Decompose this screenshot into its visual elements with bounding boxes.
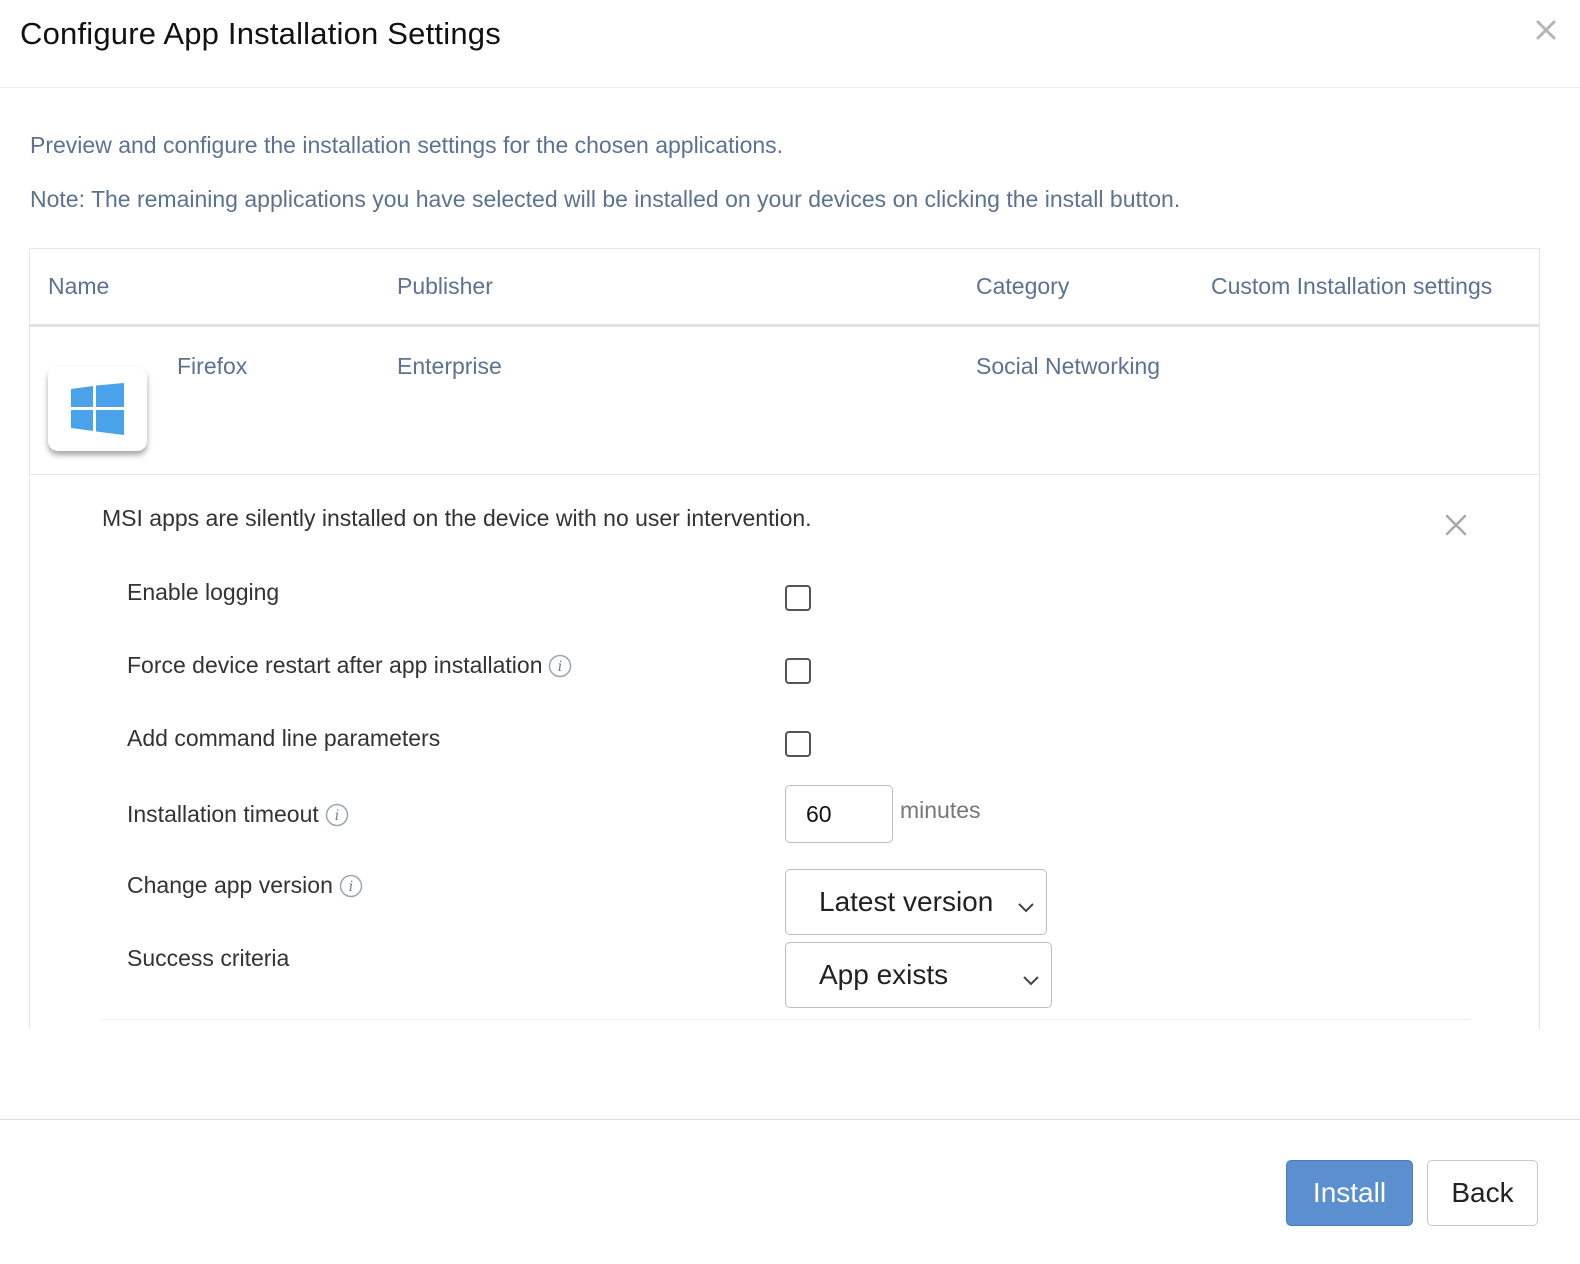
chevron-down-icon — [1016, 892, 1036, 913]
force-restart-label: Force device restart after app installat… — [127, 652, 572, 679]
install-button[interactable]: Install — [1286, 1160, 1413, 1226]
column-header-custom-settings: Custom Installation settings — [1211, 273, 1493, 299]
command-line-checkbox[interactable] — [785, 731, 811, 757]
app-name: Firefox — [177, 353, 248, 379]
success-criteria-text: Success criteria — [127, 945, 290, 971]
svg-text:i: i — [349, 879, 353, 895]
app-version-text: Change app version — [127, 872, 333, 898]
intro-note: Note: The remaining applications you hav… — [30, 186, 1181, 212]
success-criteria-select[interactable]: App exists — [785, 942, 1052, 1008]
svg-text:i: i — [335, 808, 339, 824]
close-icon[interactable] — [1530, 14, 1562, 46]
command-line-label: Add command line parameters — [127, 725, 440, 752]
dialog-footer: Install Back — [0, 1119, 1580, 1264]
app-version-select[interactable]: Latest version — [785, 869, 1047, 935]
installation-settings-panel: MSI apps are silently installed on the d… — [30, 475, 1539, 1030]
intro-text: Preview and configure the installation s… — [30, 132, 784, 158]
back-button[interactable]: Back — [1427, 1160, 1538, 1226]
timeout-unit: minutes — [900, 797, 981, 823]
app-category: Social Networking — [976, 353, 1161, 379]
table-header: Name Publisher Category Custom Installat… — [30, 249, 1539, 327]
close-settings-icon[interactable] — [1444, 513, 1468, 537]
enable-logging-checkbox[interactable] — [785, 585, 811, 611]
timeout-text: Installation timeout — [127, 801, 319, 827]
success-criteria-label: Success criteria — [127, 945, 289, 972]
success-criteria-value: App exists — [819, 959, 949, 990]
info-icon[interactable]: i — [339, 874, 363, 898]
app-publisher: Enterprise — [397, 353, 502, 379]
force-restart-checkbox[interactable] — [785, 658, 811, 684]
chevron-down-icon — [1021, 965, 1041, 986]
column-header-publisher: Publisher — [397, 273, 493, 299]
apps-table: Name Publisher Category Custom Installat… — [29, 248, 1540, 1030]
dialog-title: Configure App Installation Settings — [20, 16, 501, 51]
app-version-label: Change app version i — [127, 872, 363, 899]
dialog-header: Configure App Installation Settings — [0, 0, 1580, 88]
timeout-label: Installation timeout i — [127, 801, 349, 828]
timeout-input[interactable] — [785, 785, 893, 843]
windows-logo-icon — [48, 367, 147, 451]
msi-note: MSI apps are silently installed on the d… — [102, 505, 812, 531]
table-row: Firefox Enterprise Social Networking — [30, 327, 1539, 475]
info-icon[interactable]: i — [548, 654, 572, 678]
app-version-value: Latest version — [819, 886, 994, 917]
column-header-category: Category — [976, 273, 1070, 299]
column-header-name: Name — [48, 273, 110, 299]
command-line-text: Add command line parameters — [127, 725, 441, 751]
enable-logging-text: Enable logging — [127, 579, 280, 605]
enable-logging-label: Enable logging — [127, 579, 279, 606]
info-icon[interactable]: i — [325, 803, 349, 827]
force-restart-text: Force device restart after app installat… — [127, 652, 543, 678]
divider — [100, 1019, 1470, 1020]
svg-text:i: i — [558, 659, 562, 675]
